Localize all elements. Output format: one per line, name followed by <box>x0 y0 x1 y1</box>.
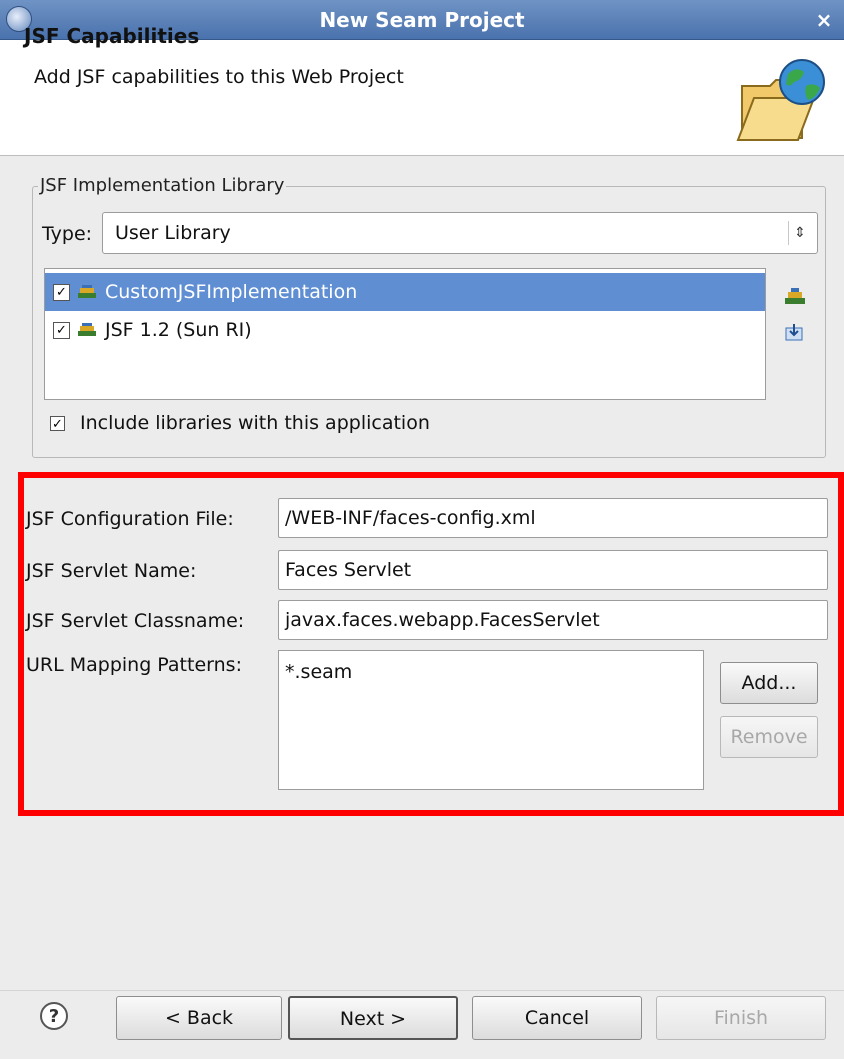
add-button-label: Add... <box>741 672 797 694</box>
servlet-name-label: JSF Servlet Name: <box>26 560 197 582</box>
url-mapping-label: URL Mapping Patterns: <box>26 654 242 676</box>
folder-globe-icon <box>736 59 825 141</box>
servlet-name-field[interactable]: Faces Servlet <box>278 550 828 590</box>
page-header <box>0 40 844 156</box>
footer-divider <box>0 990 844 991</box>
help-icon[interactable]: ? <box>40 1002 68 1030</box>
type-select[interactable]: User Library ⇕ <box>102 212 818 254</box>
library-icon <box>78 285 96 298</box>
include-libraries-label: Include libraries with this application <box>80 412 430 434</box>
select-arrows-icon: ⇕ <box>788 221 811 245</box>
url-patterns-list[interactable]: *.seam <box>278 650 704 790</box>
finish-button-label: Finish <box>713 1007 769 1029</box>
page-description: Add JSF capabilities to this Web Project <box>34 66 404 88</box>
checkbox[interactable]: ✓ <box>53 322 70 339</box>
list-item[interactable]: *.seam <box>285 661 352 683</box>
back-button[interactable]: < Back <box>116 996 282 1040</box>
cancel-button[interactable]: Cancel <box>472 996 642 1040</box>
library-icon <box>78 323 96 336</box>
include-libraries-checkbox[interactable]: ✓ <box>50 416 65 432</box>
library-list[interactable]: ✓ CustomJSFImplementation ✓ JSF 1.2 (Sun… <box>44 268 766 400</box>
servlet-classname-value: javax.faces.webapp.FacesServlet <box>285 609 600 631</box>
finish-button[interactable]: Finish <box>656 996 826 1040</box>
library-label: JSF 1.2 (Sun RI) <box>105 319 252 341</box>
list-item[interactable]: ✓ CustomJSFImplementation <box>45 273 765 311</box>
add-button[interactable]: Add... <box>720 662 818 704</box>
group-legend: JSF Implementation Library <box>38 174 287 198</box>
page-title: JSF Capabilities <box>24 24 200 48</box>
back-button-label: < Back <box>164 1007 234 1029</box>
close-icon[interactable]: × <box>812 8 836 32</box>
type-label: Type: <box>42 223 93 245</box>
remove-button[interactable]: Remove <box>720 716 818 758</box>
type-select-value: User Library <box>115 222 231 244</box>
remove-button-label: Remove <box>730 726 808 748</box>
servlet-classname-field[interactable]: javax.faces.webapp.FacesServlet <box>278 600 828 640</box>
config-file-field[interactable]: /WEB-INF/faces-config.xml <box>278 498 828 538</box>
config-file-label: JSF Configuration File: <box>26 508 234 530</box>
next-button-label: Next > <box>339 1008 407 1030</box>
manage-libraries-icon[interactable] <box>784 286 806 306</box>
checkbox[interactable]: ✓ <box>53 284 70 301</box>
download-library-icon[interactable] <box>784 322 806 342</box>
cancel-button-label: Cancel <box>524 1007 590 1029</box>
next-button[interactable]: Next > <box>288 996 458 1040</box>
servlet-classname-label: JSF Servlet Classname: <box>26 610 245 632</box>
config-file-value: /WEB-INF/faces-config.xml <box>285 507 536 529</box>
servlet-name-value: Faces Servlet <box>285 559 412 581</box>
list-item[interactable]: ✓ JSF 1.2 (Sun RI) <box>45 311 765 349</box>
library-label: CustomJSFImplementation <box>105 281 358 303</box>
